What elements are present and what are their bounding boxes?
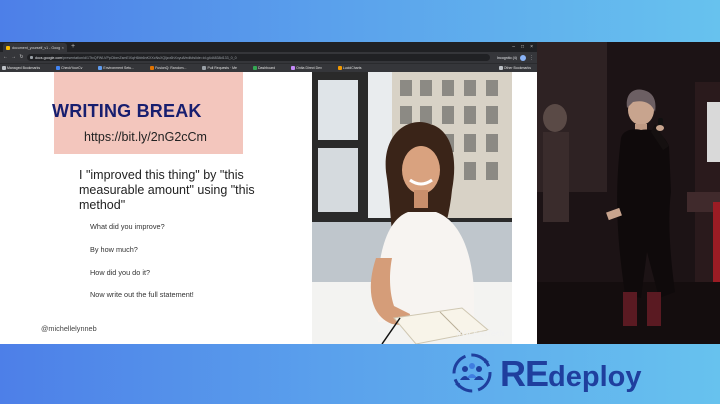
bookmark-item[interactable]: CheckYourCv [56, 66, 82, 70]
redeploy-logo-icon [452, 353, 492, 393]
prompt-question: By how much? [90, 245, 138, 254]
tab-title: document_yourself_v1 - Goog [12, 45, 60, 50]
bookmark-icon [337, 66, 342, 70]
bookmark-item[interactable]: Dashboard [253, 66, 275, 70]
short-link[interactable]: https://bit.ly/2nG2cCm [84, 130, 207, 144]
window-controls: – □ × [512, 42, 533, 52]
close-window-button[interactable]: × [530, 42, 533, 52]
reload-button[interactable]: ↻ [19, 55, 24, 60]
lock-icon [30, 56, 33, 59]
bookmark-item[interactable]: FusionQ: Random... [150, 66, 186, 70]
page-viewport: WRITING BREAK https://bit.ly/2nG2cCm I "… [0, 72, 537, 344]
browser-window: document_yourself_v1 - Goog × + – □ × ← … [0, 42, 537, 344]
close-tab-icon[interactable]: × [62, 45, 64, 50]
redeploy-logo-text: REdeploy [500, 354, 641, 402]
prompt-question: What did you improve? [90, 222, 165, 231]
speaker-handle: @michellelynneb [41, 324, 97, 333]
incognito-indicator[interactable]: Incognito (4) [497, 56, 517, 60]
speaker-video [537, 42, 720, 344]
logo-re: RE [500, 353, 549, 394]
folder-icon [2, 66, 6, 70]
bookmark-item[interactable]: LucidCharts [337, 66, 362, 70]
slide-text-panel: WRITING BREAK https://bit.ly/2nG2cCm I "… [26, 72, 312, 344]
maximize-button[interactable]: □ [521, 42, 524, 52]
logo-deploy: deploy [548, 361, 642, 393]
woman-writing-photo-image [312, 72, 512, 344]
profile-avatar-icon[interactable] [520, 54, 526, 61]
statement-template: I "improved this thing" by "this measura… [79, 168, 255, 212]
slide-photo: #WOCinTech [312, 72, 512, 344]
url-text: docs.google.com/presentation/d/1TtvQFWLV… [35, 55, 237, 60]
browser-toolbar: ← → ↻ docs.google.com/presentation/d/1Tt… [0, 52, 537, 63]
bookmark-icon [291, 66, 296, 70]
new-tab-button[interactable]: + [71, 42, 75, 52]
speaker-on-stage-image [537, 42, 720, 344]
browser-menu-icon[interactable]: ⋮ [529, 55, 534, 61]
slides-favicon-icon [6, 45, 10, 50]
bookmark-item[interactable]: Managed Bookmarks [2, 66, 40, 70]
prompt-question: How did you do it? [90, 268, 151, 277]
bookmark-icon [98, 66, 103, 70]
bookmark-item[interactable]: Environment Setu... [98, 66, 134, 70]
bookmarks-bar: Managed Bookmarks CheckYourCv Environmen… [0, 63, 537, 72]
address-bar[interactable]: docs.google.com/presentation/d/1TtvQFWLV… [27, 54, 491, 61]
bookmark-icon [150, 66, 155, 70]
bookmark-item[interactable]: Onita Direct Dev [291, 66, 322, 70]
back-button[interactable]: ← [3, 55, 8, 60]
tab-strip: document_yourself_v1 - Goog × + – □ × [0, 42, 537, 52]
browser-tab[interactable]: document_yourself_v1 - Goog × [3, 43, 67, 52]
minimize-button[interactable]: – [512, 42, 515, 52]
bookmark-icon [253, 66, 258, 70]
bookmark-icon [202, 66, 207, 70]
slide-title: WRITING BREAK [52, 101, 202, 121]
bookmark-item[interactable]: Pull Requests · Me [202, 66, 237, 70]
bookmark-icon [56, 66, 61, 70]
folder-icon [498, 66, 503, 70]
photo-hashtag: #WOCinTech [456, 329, 504, 338]
forward-button[interactable]: → [11, 55, 16, 60]
prompt-question: Now write out the full statement! [90, 290, 194, 299]
presentation-slide: WRITING BREAK https://bit.ly/2nG2cCm I "… [26, 72, 512, 344]
other-bookmarks[interactable]: Other Bookmarks [498, 66, 531, 70]
